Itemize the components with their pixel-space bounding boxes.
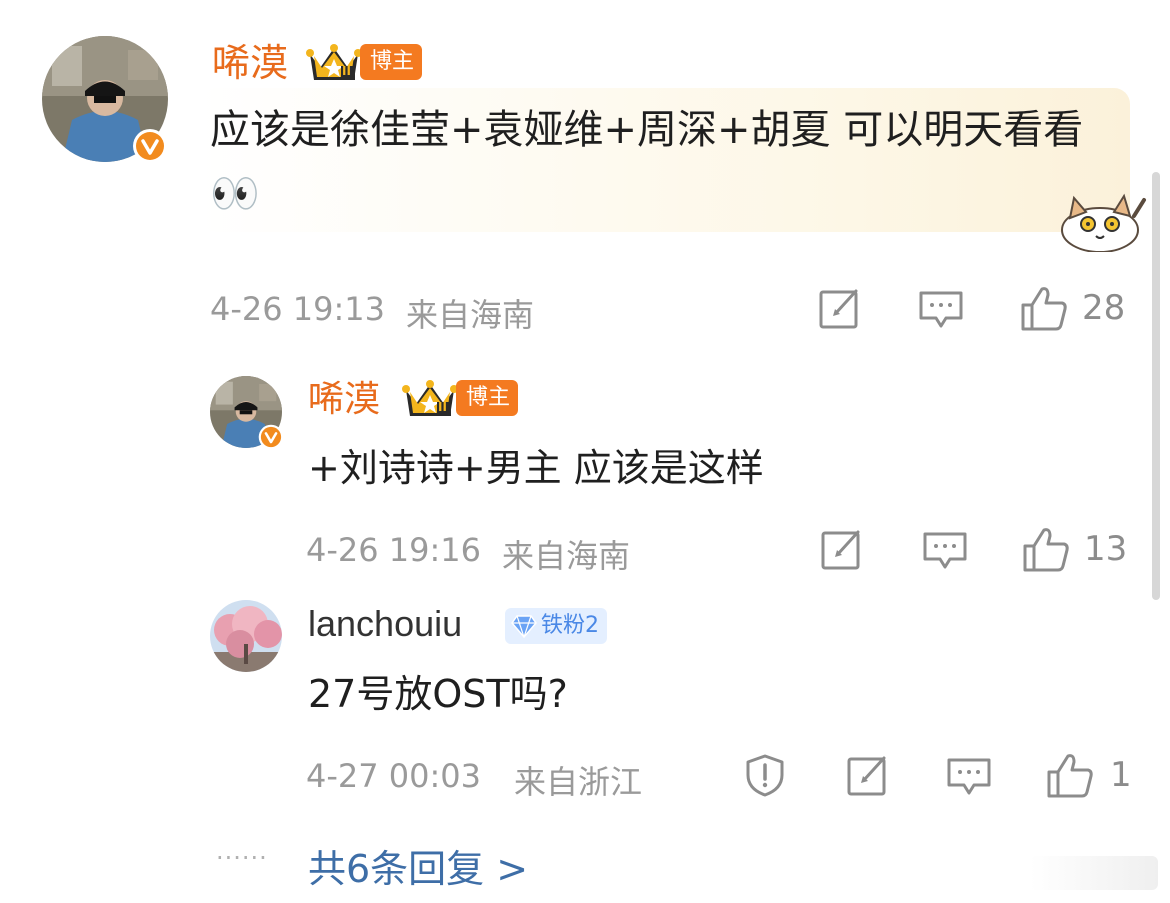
- comment-icon[interactable]: [918, 290, 964, 334]
- tiefen-badge[interactable]: 铁粉2: [505, 608, 607, 644]
- like-icon: [1023, 528, 1069, 572]
- comment-text: 27号放OST吗?: [308, 672, 568, 716]
- member-badge[interactable]: II 博主: [402, 378, 519, 418]
- comment-location: 来自海南: [502, 537, 631, 575]
- comment-time: 4-26 19:16: [306, 531, 482, 569]
- comment-icon[interactable]: [946, 757, 992, 801]
- like-count: 1: [1110, 755, 1132, 795]
- comment-time: 4-26 19:13: [210, 290, 386, 328]
- comment-icon[interactable]: [922, 531, 968, 575]
- comment-time: 4-27 00:03: [306, 757, 482, 795]
- username[interactable]: 唏漠: [308, 382, 380, 418]
- scrollbar[interactable]: [1152, 172, 1160, 600]
- username[interactable]: 唏漠: [212, 44, 288, 82]
- bozhu-badge: 博主: [456, 380, 519, 416]
- username[interactable]: lanchouiu: [308, 606, 462, 642]
- comment-location: 来自浙江: [514, 763, 643, 801]
- edit-icon[interactable]: [820, 528, 864, 576]
- avatar[interactable]: [210, 600, 282, 672]
- like-button[interactable]: 1: [1046, 752, 1132, 798]
- crown-icon: [402, 380, 458, 416]
- verified-v-icon: [258, 424, 284, 450]
- diamond-icon: [511, 615, 537, 638]
- dots-separator: ······: [216, 844, 268, 872]
- more-replies-link[interactable]: 共6条回复 >: [308, 838, 528, 893]
- comment-text: +刘诗诗+男主 应该是这样: [308, 446, 764, 490]
- like-icon: [1047, 754, 1093, 798]
- edit-icon[interactable]: [818, 287, 862, 335]
- crown-icon: [306, 44, 362, 80]
- verified-v-icon: [132, 128, 168, 164]
- tiefen-label: 铁粉2: [541, 613, 599, 638]
- bozhu-badge: 博主: [360, 44, 423, 80]
- like-count: 13: [1084, 529, 1128, 569]
- like-count: 28: [1082, 288, 1126, 328]
- cat-sticker: [1058, 190, 1148, 253]
- level-label: II: [342, 64, 351, 78]
- edit-icon[interactable]: [846, 754, 890, 802]
- like-icon: [1021, 287, 1067, 331]
- comment-location: 来自海南: [406, 296, 535, 334]
- level-label: II: [438, 400, 447, 414]
- watermark: [1030, 856, 1158, 890]
- like-button[interactable]: 13: [1022, 526, 1127, 572]
- report-shield-icon[interactable]: [744, 753, 786, 801]
- comment-text: 应该是徐佳莹+袁娅维+周深+胡夏 可以明天看看👀: [210, 107, 1084, 217]
- like-button[interactable]: 28: [1020, 285, 1125, 331]
- member-badge[interactable]: II 博主: [306, 42, 423, 82]
